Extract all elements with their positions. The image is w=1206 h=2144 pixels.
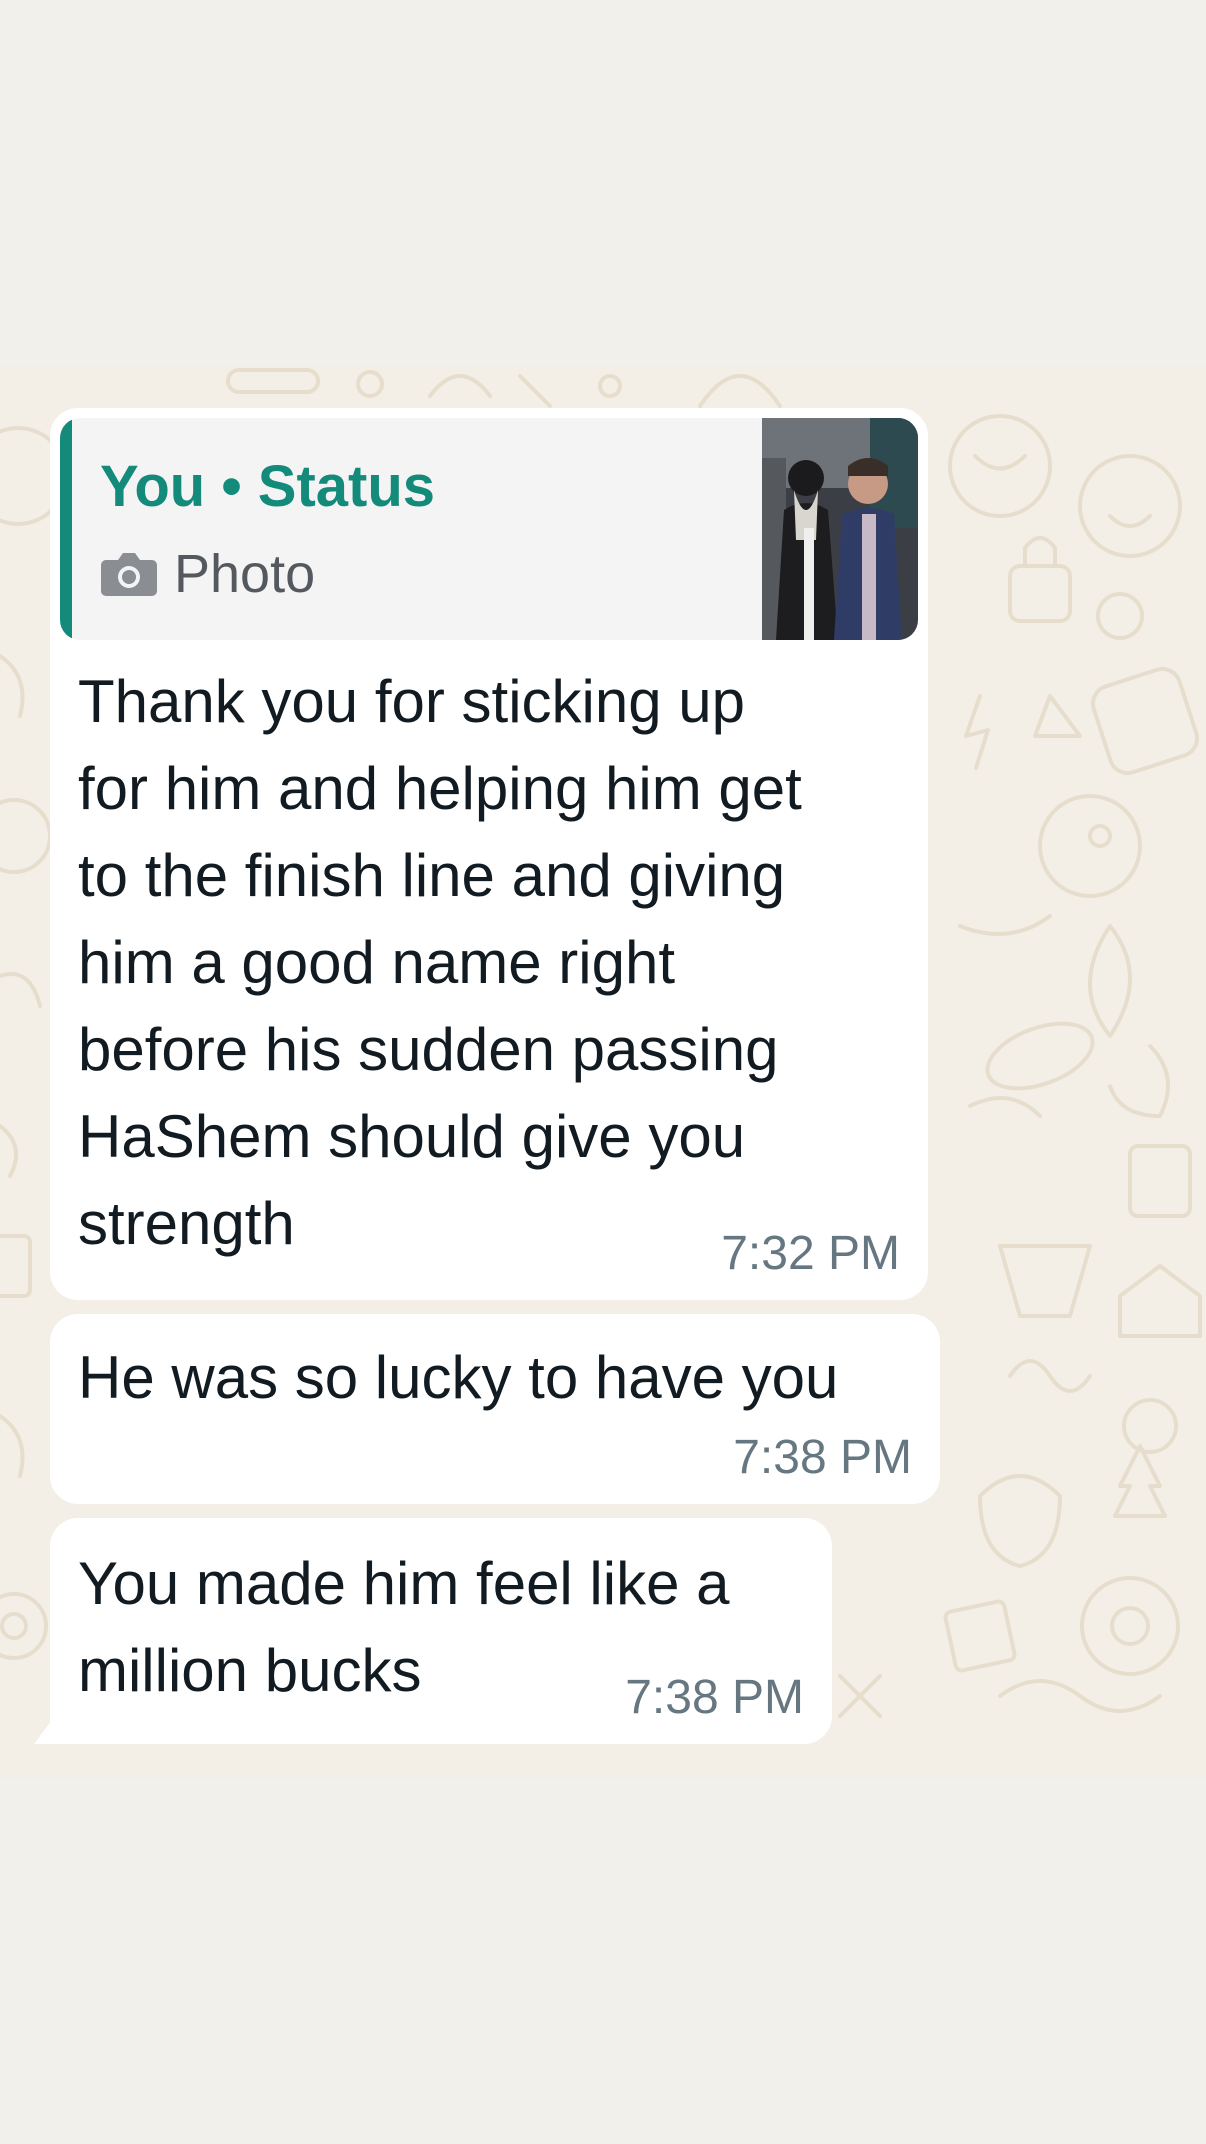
status-photo-thumbnail[interactable] <box>762 418 918 640</box>
message-timestamp: 7:32 PM <box>721 1227 900 1280</box>
quoted-type-label: Photo <box>174 544 316 604</box>
message-timestamp: 7:38 PM <box>625 1671 804 1724</box>
bubble-tail <box>34 1720 52 1744</box>
message-bubble[interactable]: You made him feel like a million bucks 7… <box>50 1518 832 1744</box>
quoted-title: You • Status <box>100 454 436 519</box>
message-bubble[interactable]: He was so lucky to have you 7:38 PM <box>50 1314 940 1504</box>
quoted-type: Photo <box>100 544 315 604</box>
message-bubble[interactable]: You • Status Photo Thank you for stickin… <box>50 408 928 1300</box>
quoted-status-reply[interactable]: You • Status Photo <box>60 418 918 640</box>
quote-accent-bar <box>60 418 72 640</box>
message-timestamp: 7:38 PM <box>733 1431 912 1484</box>
message-text: He was so lucky to have you <box>78 1344 839 1411</box>
chat-area: You • Status Photo Thank you for stickin… <box>0 366 1206 1778</box>
message-text: Thank you for sticking up for him and he… <box>78 668 802 1257</box>
camera-icon <box>101 553 157 596</box>
